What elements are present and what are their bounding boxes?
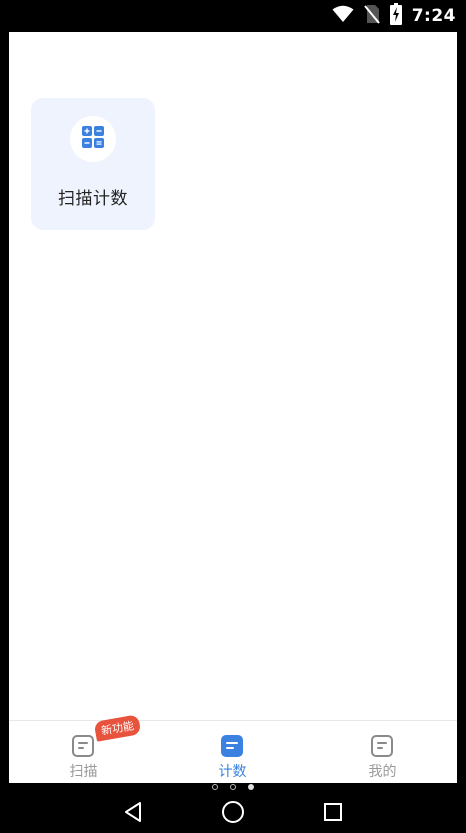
page-dot-active	[248, 784, 254, 790]
battery-charging-icon	[389, 3, 402, 29]
tab-count[interactable]: 计数	[158, 721, 307, 783]
new-feature-badge: 新功能	[93, 714, 142, 742]
system-nav-bar	[0, 792, 466, 833]
page-dot	[212, 784, 218, 790]
bottom-tab-bar: 扫描 新功能 计数 我的	[9, 714, 457, 783]
status-bar: 7:24	[0, 0, 466, 32]
document-icon	[371, 735, 393, 757]
card-label: 扫描计数	[58, 189, 128, 209]
status-icons: 7:24	[332, 0, 456, 32]
tab-scan[interactable]: 扫描 新功能	[9, 714, 158, 783]
tab-label: 我的	[368, 764, 397, 780]
page-indicator	[0, 782, 466, 792]
recents-icon[interactable]	[317, 796, 349, 828]
tab-label: 计数	[218, 764, 247, 780]
tab-mine[interactable]: 我的	[308, 721, 457, 783]
calculator-grid-icon	[82, 126, 104, 152]
page-dot	[230, 784, 236, 790]
document-icon	[72, 735, 94, 757]
wifi-icon	[332, 5, 354, 27]
status-time: 7:24	[411, 6, 456, 26]
home-icon[interactable]	[217, 796, 249, 828]
document-icon	[221, 735, 243, 757]
back-icon[interactable]	[117, 796, 149, 828]
card-icon-background	[70, 116, 116, 162]
no-sim-icon	[363, 4, 380, 28]
tab-label: 扫描	[69, 764, 98, 780]
scan-count-card[interactable]: 扫描计数	[31, 98, 155, 230]
app-screen: 扫描计数 扫描 新功能 计数 我的	[9, 32, 457, 783]
